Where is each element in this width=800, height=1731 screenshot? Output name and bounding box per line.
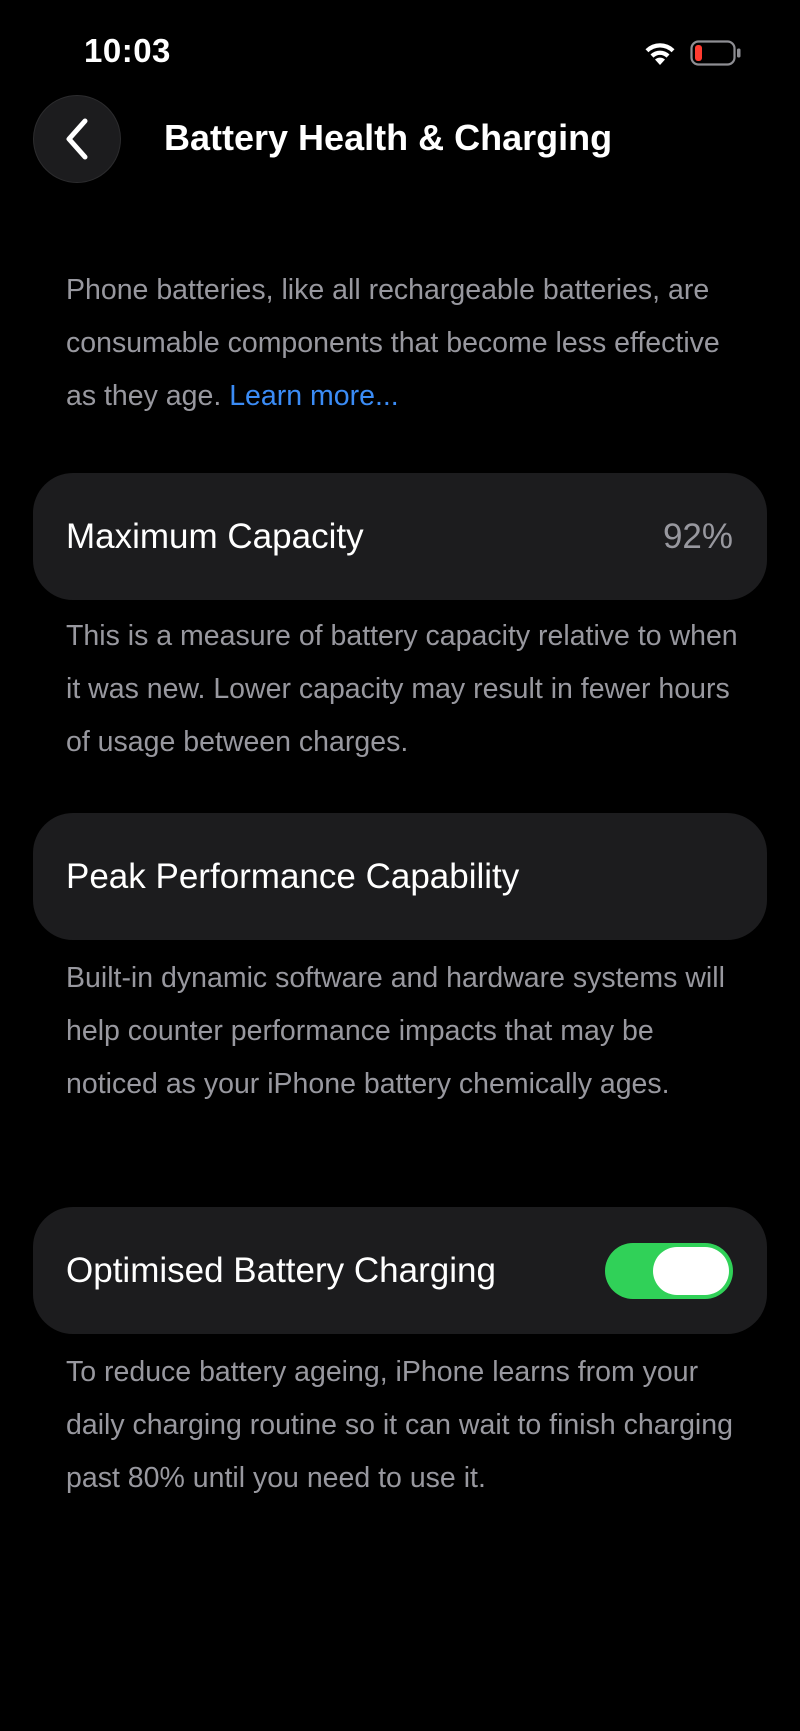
wifi-icon [645, 43, 675, 65]
maximum-capacity-value: 92% [662, 516, 733, 556]
maximum-capacity-description: This is a measure of battery capacity re… [66, 620, 738, 758]
learn-more-link[interactable]: Learn more... [229, 380, 399, 412]
toggle-knob [653, 1246, 729, 1295]
page-title: Battery Health & Charging [164, 117, 613, 158]
status-time: 10:03 [84, 32, 171, 69]
peak-performance-description: Built-in dynamic software and hardware s… [66, 962, 725, 1100]
peak-performance-row[interactable]: Peak Performance Capability [33, 813, 767, 940]
battery-low-icon [690, 40, 741, 66]
optimised-charging-toggle[interactable] [605, 1242, 733, 1299]
navigation-bar: Battery Health & Charging [0, 95, 800, 190]
back-button[interactable] [33, 95, 121, 183]
peak-performance-label: Peak Performance Capability [66, 856, 520, 896]
chevron-left-icon [66, 118, 88, 160]
optimised-charging-description: To reduce battery ageing, iPhone learns … [66, 1356, 733, 1494]
optimised-charging-label: Optimised Battery Charging [66, 1250, 496, 1290]
optimised-charging-row: Optimised Battery Charging [33, 1207, 767, 1334]
maximum-capacity-row: Maximum Capacity 92% [33, 473, 767, 600]
status-bar: 10:03 [0, 0, 800, 100]
intro-description: Phone batteries, like all rechargeable b… [66, 264, 746, 423]
maximum-capacity-label: Maximum Capacity [66, 516, 364, 556]
